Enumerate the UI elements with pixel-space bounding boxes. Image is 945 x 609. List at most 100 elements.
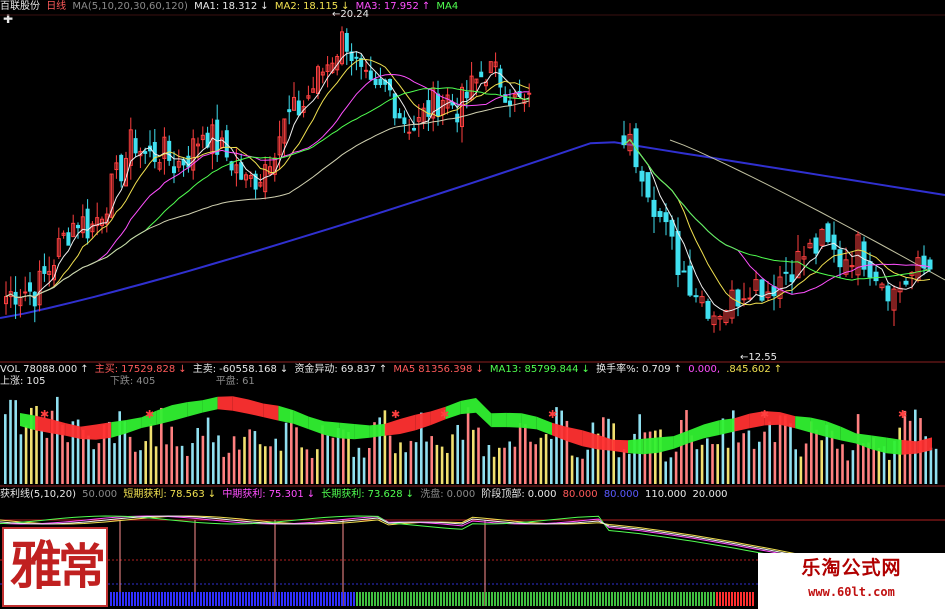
profit-band-bar — [320, 592, 322, 606]
profit-band-bar — [728, 592, 730, 606]
profit-band-bar — [233, 592, 235, 606]
profit-band-bar — [140, 592, 142, 606]
profit-band-bar — [335, 592, 337, 606]
volume-bar — [763, 431, 766, 484]
watermark-url: www.60lt.com — [808, 585, 895, 599]
profit-band-bar — [404, 592, 406, 606]
profit-band-bar — [545, 592, 547, 606]
volume-ma-ribbon — [308, 416, 324, 435]
profit-band-bar — [530, 592, 532, 606]
profit-band-bar — [164, 592, 166, 606]
volume-ma-ribbon — [810, 417, 826, 437]
volume-bar — [466, 407, 470, 484]
volume-bar — [347, 431, 350, 484]
profit-band-bar — [275, 592, 277, 606]
profit-band-bar — [290, 592, 292, 606]
price-seg2-candle — [813, 237, 819, 254]
profit-band-bar — [554, 592, 556, 606]
volume-bar — [508, 441, 511, 484]
profit-indicator-name: 获利线(5,10,20) — [0, 489, 76, 500]
volume-bar — [295, 427, 298, 484]
profit-band-bar — [506, 592, 508, 606]
vol-extra-1: 0.000, — [688, 364, 721, 375]
profit-band-bar — [299, 592, 301, 606]
price-seg2-candle — [825, 223, 831, 243]
profit-band-bar — [563, 592, 565, 606]
profit-band-bar — [131, 592, 133, 606]
profit-band-bar — [260, 592, 262, 606]
profit-band-bar — [458, 592, 460, 606]
price-seg1-candle — [479, 71, 484, 78]
volume-bar — [368, 447, 371, 484]
volume-bar — [414, 442, 418, 484]
low-price-label: ←12.55 — [740, 352, 778, 363]
volume-bar — [877, 447, 881, 484]
volume-bar — [534, 444, 537, 484]
stage-top-value: 0.000 — [527, 489, 557, 500]
volume-bar — [331, 437, 335, 484]
profit-band-bar — [662, 592, 664, 606]
vol-label: VOL — [0, 364, 21, 375]
volume-bar — [300, 447, 303, 484]
profit-band-bar — [479, 592, 481, 606]
vol-value: 78088.000 — [23, 364, 78, 375]
volume-bar — [19, 434, 23, 484]
volume-bar — [487, 444, 491, 484]
profit-band-bar — [674, 592, 676, 606]
volume-bar — [134, 451, 137, 484]
profit-band-bar — [398, 592, 400, 606]
price-seg2-candle — [675, 230, 681, 276]
volume-bar — [227, 452, 231, 484]
profit-band-bar — [137, 592, 139, 606]
profit-band-bar — [614, 592, 616, 606]
profit-band-bar — [236, 592, 238, 606]
profit-band-bar — [389, 592, 391, 606]
profit-band-bar — [206, 592, 208, 606]
volume-bar — [685, 410, 688, 484]
volume-ma-ribbon — [552, 422, 568, 442]
long-profit-value: 73.628 — [367, 489, 403, 500]
profit-band-bar — [596, 592, 598, 606]
profit-band-bar — [263, 592, 265, 606]
price-seg2-candle — [759, 279, 765, 301]
profit-band-bar — [224, 592, 226, 606]
volume-ma-ribbon — [172, 402, 188, 421]
vol-ma13-value: 85799.844 — [524, 364, 579, 375]
volume-bar — [674, 451, 678, 484]
profit-band-bar — [680, 592, 682, 606]
volume-bar — [477, 427, 480, 484]
vol-ma5-label: MA5 — [393, 364, 416, 375]
volume-bar — [856, 414, 860, 484]
volume-ma-ribbon — [278, 405, 294, 424]
volume-bar — [248, 429, 251, 484]
price-seg1-candle — [508, 100, 512, 107]
profit-band-bar — [122, 592, 124, 606]
price-seg1-candle — [23, 291, 28, 294]
profit-band-bar — [710, 592, 712, 606]
profit-band-bar — [539, 592, 541, 606]
profit-header: 获利线(5,10,20) 50.000 短期获利: 78.563 ↓ 中期获利: 75… — [0, 489, 728, 500]
volume-bar — [97, 443, 101, 484]
breadth-header: 上涨: 105 下跌: 405 平盘: 61 — [0, 375, 258, 389]
volume-ma-ribbon — [50, 419, 66, 436]
profit-band-bar — [620, 592, 622, 606]
profit-band-bar — [551, 592, 553, 606]
profit-band-bar — [176, 592, 178, 606]
price-seg1-candle — [133, 138, 138, 154]
profit-band-bar — [644, 592, 646, 606]
volume-bar — [680, 419, 683, 484]
volume-star-marker: ✱ — [440, 408, 449, 421]
volume-bar — [560, 410, 563, 484]
profit-band-bar — [560, 592, 562, 606]
volume-bar — [799, 456, 803, 484]
profit-band-bar — [695, 592, 697, 606]
price-seg2-candle — [657, 211, 663, 218]
profit-band-bar — [227, 592, 229, 606]
profit-band-bar — [515, 592, 517, 606]
chart-canvas[interactable]: ✱ ✱ ✱ ✱ ✱ ✱ ✱ — [0, 0, 945, 609]
volume-bar — [279, 450, 283, 484]
profit-band-bar — [257, 592, 259, 606]
profit-band-bar — [341, 592, 343, 606]
volume-bar — [305, 449, 309, 484]
profit-band-bar — [677, 592, 679, 606]
